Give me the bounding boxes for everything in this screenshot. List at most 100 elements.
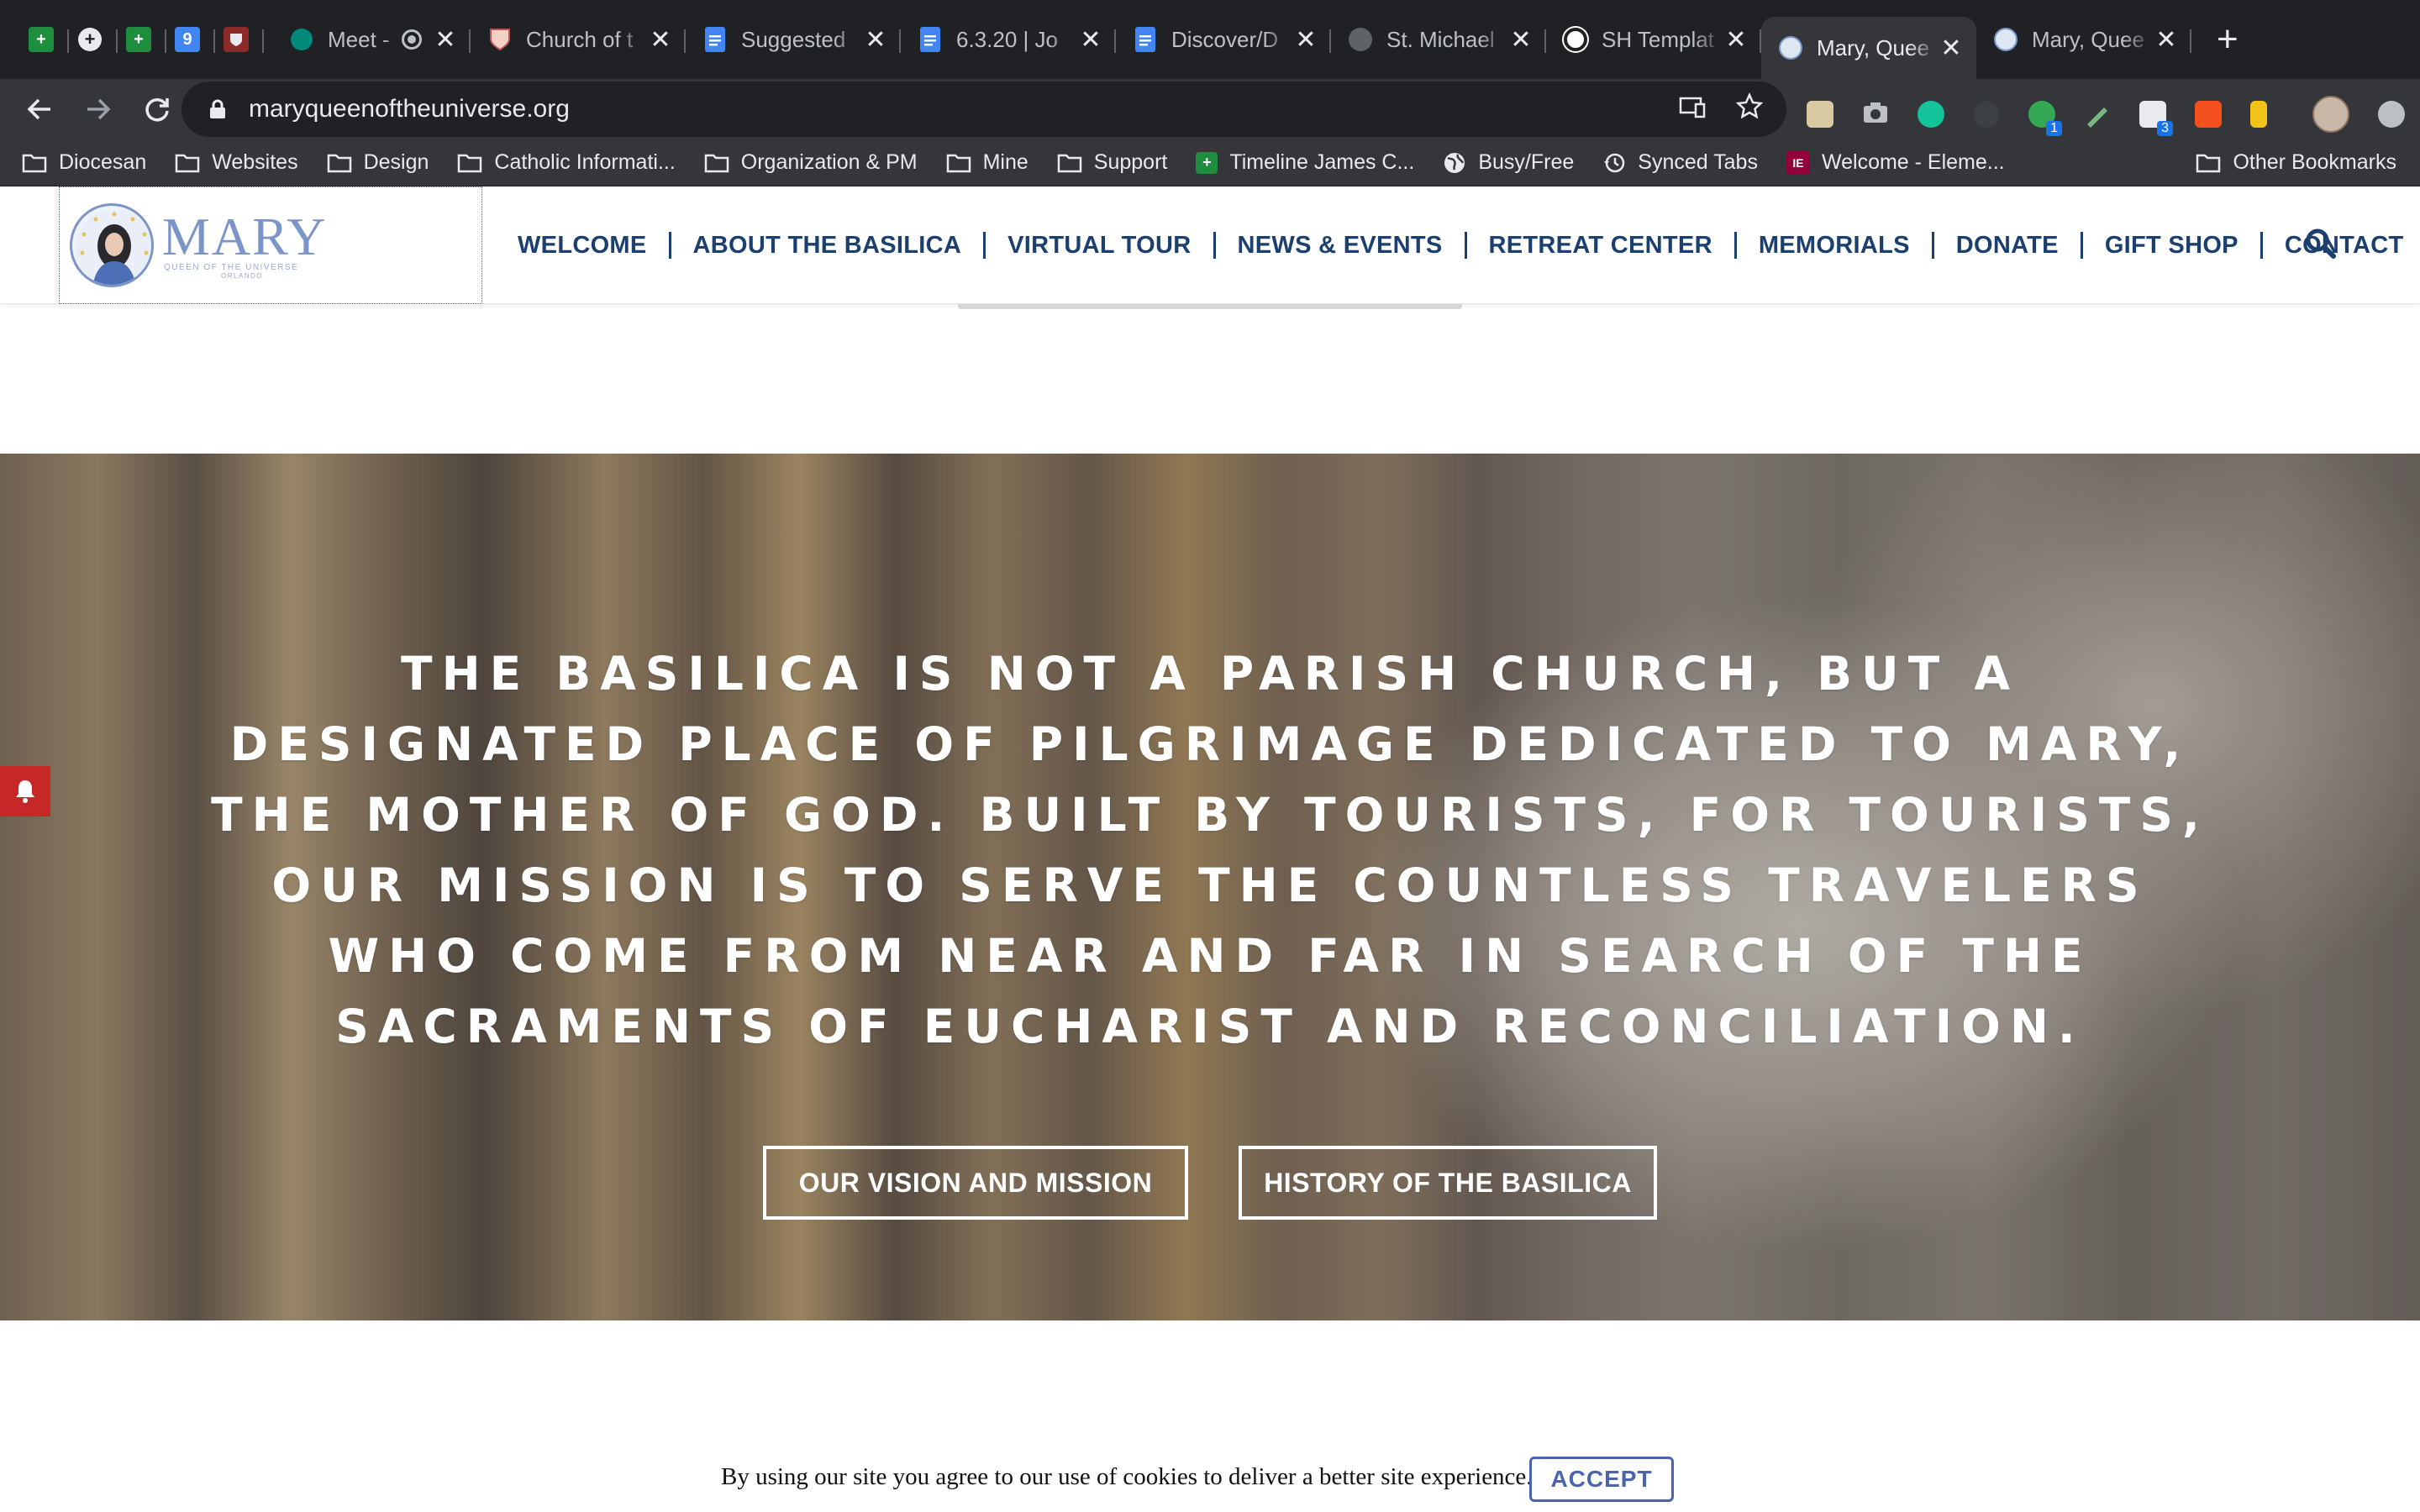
- folder-icon: [175, 153, 200, 173]
- reload-icon: [145, 97, 169, 122]
- cast-icon[interactable]: [1679, 94, 1706, 125]
- nav-virtual-tour[interactable]: VIRTUAL TOUR: [1007, 232, 1191, 260]
- nav-memorials[interactable]: MEMORIALS: [1759, 232, 1910, 260]
- tab-close-icon[interactable]: ✕: [1509, 25, 1533, 55]
- folder-icon: [2196, 153, 2221, 173]
- folder-icon: [946, 153, 971, 173]
- extension-orange-icon[interactable]: [2195, 101, 2222, 128]
- shield-crest-icon: [487, 27, 513, 52]
- bookmark-timeline[interactable]: + Timeline James C...: [1196, 150, 1414, 175]
- grammarly-icon[interactable]: [1918, 101, 1944, 128]
- extension-green-badge-icon[interactable]: 1: [2028, 101, 2062, 136]
- back-button[interactable]: [17, 87, 62, 132]
- mary-portrait-icon: [70, 203, 154, 287]
- tab-st-michael[interactable]: St. Michael ✕: [1331, 14, 1546, 65]
- tab-mary-queen-active[interactable]: Mary, Quee ✕: [1761, 17, 1976, 79]
- tab-sh-template[interactable]: SH Templat ✕: [1546, 14, 1761, 65]
- logo-title: MARY: [162, 207, 328, 266]
- address-bar[interactable]: maryqueenoftheuniverse.org: [182, 81, 1786, 137]
- extension-pen-icon[interactable]: [2084, 101, 2111, 128]
- cookie-accept-button[interactable]: ACCEPT: [1529, 1457, 1674, 1502]
- google-sheets-icon: +: [29, 27, 54, 52]
- nav-about-the-basilica[interactable]: ABOUT THE BASILICA: [693, 232, 962, 260]
- profile-avatar[interactable]: [2312, 96, 2349, 133]
- tab-meet[interactable]: Meet - ✕: [272, 14, 471, 65]
- bookmark-folder-diocesan[interactable]: Diocesan: [22, 150, 146, 175]
- arrow-right-icon: [87, 98, 111, 120]
- history-icon: [1602, 151, 1626, 175]
- tab-close-icon[interactable]: ✕: [434, 25, 457, 55]
- extensions-menu-icon[interactable]: [2378, 101, 2405, 128]
- tab-mary-queen[interactable]: Mary, Quee ✕: [1976, 14, 2191, 65]
- folder-icon: [327, 153, 352, 173]
- crest-icon: [224, 27, 249, 52]
- site-logo[interactable]: MARY QUEEN OF THE UNIVERSE ORLANDO: [59, 186, 482, 304]
- logo-wordmark: MARY QUEEN OF THE UNIVERSE ORLANDO: [162, 207, 328, 281]
- extension-image-icon[interactable]: [1807, 101, 1833, 128]
- nav-contact[interactable]: CONTACT: [2285, 232, 2404, 260]
- search-icon[interactable]: [2304, 227, 2341, 264]
- nav-divider: [1464, 232, 1467, 259]
- folder-icon: [22, 153, 47, 173]
- tab-close-icon[interactable]: ✕: [1079, 25, 1102, 55]
- extensions-area: 1 3: [1807, 96, 2405, 136]
- forward-button[interactable]: [76, 87, 121, 132]
- nav-retreat-center[interactable]: RETREAT CENTER: [1489, 232, 1712, 260]
- bookmark-busy-free[interactable]: Busy/Free: [1443, 150, 1574, 175]
- folder-icon: [1057, 153, 1082, 173]
- tab-close-icon[interactable]: ✕: [1294, 25, 1318, 55]
- pinned-tab-circle[interactable]: +: [66, 14, 118, 65]
- bookmark-synced-tabs[interactable]: Synced Tabs: [1602, 150, 1758, 175]
- logo-location: ORLANDO: [221, 272, 264, 280]
- bookmark-folder-other[interactable]: Other Bookmarks: [2196, 150, 2396, 175]
- reload-button[interactable]: [134, 87, 180, 132]
- logo-subtitle: QUEEN OF THE UNIVERSE: [164, 263, 299, 272]
- nav-divider: [1733, 232, 1737, 259]
- nav-news-events[interactable]: NEWS & EVENTS: [1238, 232, 1443, 260]
- tab-close-icon[interactable]: ✕: [649, 25, 672, 55]
- google-sheets-icon: +: [1196, 151, 1218, 174]
- tab-6-3-20[interactable]: 6.3.20 | Jo ✕: [901, 14, 1116, 65]
- circle-plus-icon: +: [78, 28, 102, 51]
- nav-divider: [1213, 232, 1216, 259]
- pinned-tab-crest[interactable]: [212, 14, 264, 65]
- bookmark-folder-mine[interactable]: Mine: [946, 150, 1028, 175]
- pinned-tab-calendar[interactable]: 9: [163, 14, 215, 65]
- tab-close-icon[interactable]: ✕: [864, 25, 887, 55]
- nav-gift-shop[interactable]: GIFT SHOP: [2105, 232, 2238, 260]
- new-tab-button[interactable]: +: [2217, 21, 2238, 58]
- nav-welcome[interactable]: WELCOME: [518, 232, 647, 260]
- bookmark-folder-websites[interactable]: Websites: [175, 150, 298, 175]
- folder-icon: [457, 153, 482, 173]
- tab-close-icon[interactable]: ✕: [1939, 34, 1963, 63]
- extension-yellow-icon[interactable]: [2250, 101, 2267, 128]
- url-text[interactable]: maryqueenoftheuniverse.org: [249, 95, 1649, 123]
- tab-suggested[interactable]: Suggested ✕: [686, 14, 901, 65]
- lock-icon[interactable]: [205, 97, 230, 122]
- site-header: MARY QUEEN OF THE UNIVERSE ORLANDO WELCO…: [0, 186, 2420, 304]
- hero-quote: The Basilica is not a parish church, but…: [211, 647, 2209, 1053]
- tab-close-icon[interactable]: ✕: [2154, 25, 2178, 55]
- pinned-tab-sheets[interactable]: +: [17, 14, 69, 65]
- tab-close-icon[interactable]: ✕: [1724, 25, 1748, 55]
- tab-discover[interactable]: Discover/D ✕: [1116, 14, 1331, 65]
- cookie-message: By using our site you agree to our use o…: [721, 1463, 1533, 1490]
- bookmark-welcome-elementor[interactable]: IE Welcome - Eleme...: [1786, 150, 2005, 175]
- camera-extension-icon[interactable]: [1862, 101, 1889, 128]
- bookmark-folder-catholic-information[interactable]: Catholic Informati...: [457, 150, 676, 175]
- bookmark-star-icon[interactable]: [1735, 92, 1764, 126]
- extension-calendar-badge-icon[interactable]: 3: [2139, 101, 2173, 136]
- tab-church[interactable]: Church of t ✕: [471, 14, 686, 65]
- pinned-tab-sheets-2[interactable]: +: [114, 14, 166, 65]
- history-of-basilica-button[interactable]: HISTORY OF THE BASILICA: [1239, 1146, 1657, 1220]
- nav-donate[interactable]: DONATE: [1956, 232, 2059, 260]
- vision-and-mission-button[interactable]: OUR VISION AND MISSION: [763, 1146, 1188, 1220]
- bookmark-folder-design[interactable]: Design: [327, 150, 429, 175]
- extension-dark-icon[interactable]: [1973, 101, 2000, 128]
- notification-bell-button[interactable]: [0, 766, 50, 816]
- bookmark-folder-organization[interactable]: Organization & PM: [704, 150, 918, 175]
- mary-favicon-icon: [1778, 35, 1803, 60]
- nav-divider: [668, 232, 671, 259]
- bookmark-folder-support[interactable]: Support: [1057, 150, 1167, 175]
- globe-icon: [1348, 27, 1373, 52]
